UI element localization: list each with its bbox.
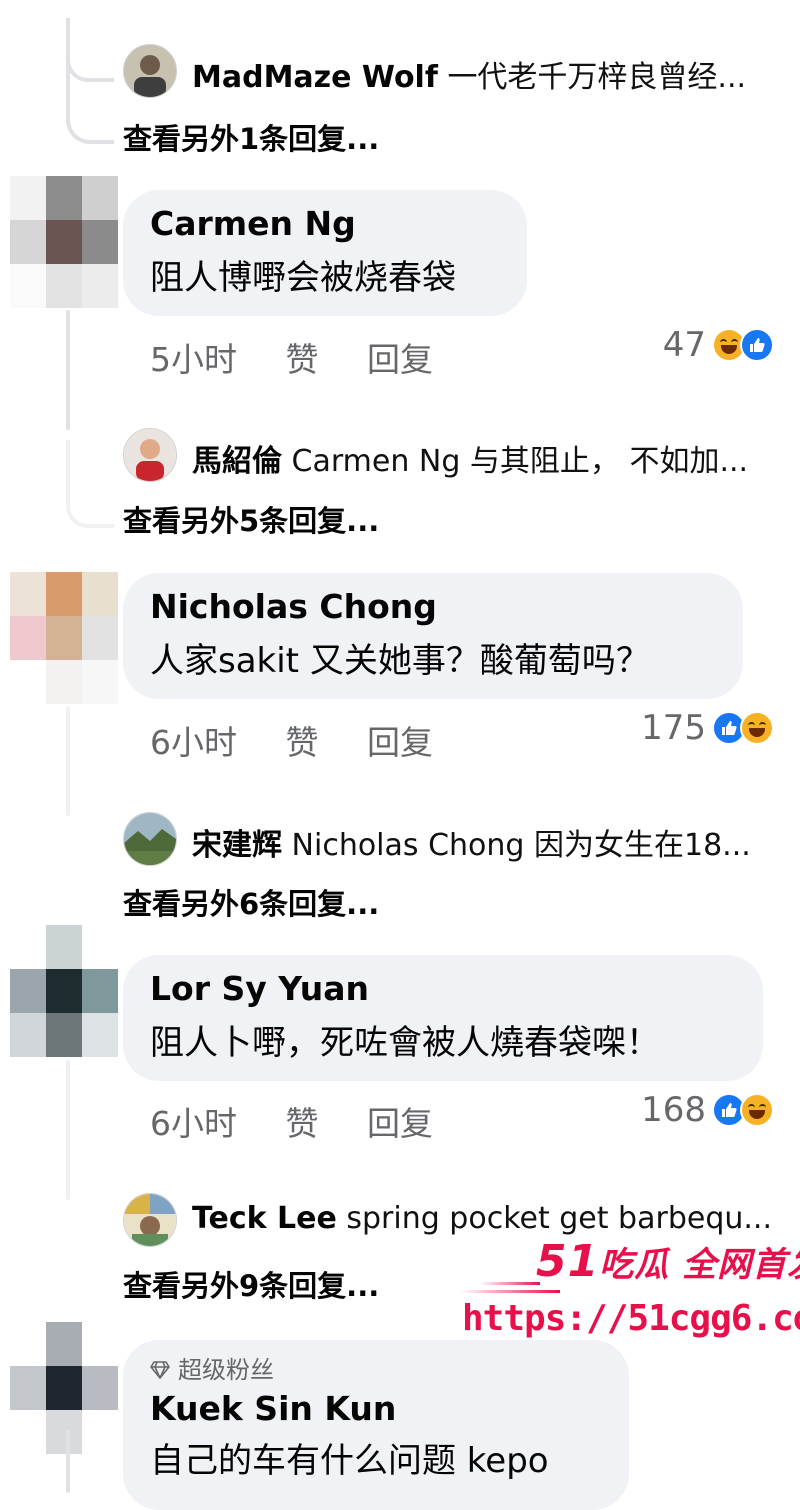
reaction-summary[interactable]: 168 [641, 1090, 774, 1130]
reaction-count: 175 [641, 708, 706, 748]
thread-connector [66, 706, 70, 816]
avatar[interactable] [123, 44, 177, 98]
avatar-pixelated[interactable] [10, 1322, 118, 1454]
watermark-stripe [460, 1290, 560, 1293]
reaction-count: 168 [641, 1090, 706, 1130]
comment-time[interactable]: 6小时 [150, 716, 237, 764]
thread-connector [66, 1430, 70, 1493]
avatar-photo [124, 813, 176, 865]
comment-bubble[interactable]: 超级粉丝 Kuek Sin Kun 自己的车有什么问题 kepo [123, 1340, 629, 1510]
comment-text: 自己的车有什么问题 kepo [150, 1441, 549, 1481]
comment-bubble[interactable]: Nicholas Chong 人家sakit 又关她事？酸葡萄吗？ [123, 573, 743, 699]
avatar-photo [124, 1194, 176, 1246]
reply-author-name[interactable]: Teck Lee [192, 1201, 337, 1236]
view-more-replies-link[interactable]: 查看另外6条回复... [123, 881, 379, 923]
view-more-replies-link[interactable]: 查看另外9条回复... [123, 1263, 379, 1305]
reply-text: 一代老千万梓良曾经... [447, 60, 747, 95]
reply-author-name[interactable]: 馬紹倫 [192, 444, 282, 479]
view-more-replies-link[interactable]: 查看另外5条回复... [123, 498, 379, 540]
avatar[interactable] [123, 1193, 177, 1247]
like-button[interactable]: 赞 [286, 716, 319, 764]
avatar-pixelated[interactable] [10, 176, 118, 308]
watermark-stripe [480, 1282, 540, 1285]
reply-preview[interactable]: Teck Lee spring pocket get barbequ... [192, 1201, 782, 1236]
reaction-summary[interactable]: 175 [641, 708, 774, 748]
comment-actions: 6小时 赞 回复 [150, 1097, 433, 1145]
badge-label: 超级粉丝 [178, 1356, 274, 1384]
watermark-text: 吃瓜 全网首发 [599, 1245, 800, 1285]
like-button[interactable]: 赞 [286, 1097, 319, 1145]
reply-author-name[interactable]: 宋建辉 [192, 828, 282, 863]
comment-text: 阻人博嘢会被烧春袋 [150, 258, 456, 298]
watermark-title: 51吃瓜 全网首发 [536, 1236, 800, 1287]
reply-button[interactable]: 回复 [367, 716, 433, 764]
thread-connector [66, 1060, 70, 1200]
comment-text: 阻人卜嘢，死咗會被人燒春袋㗎！ [150, 1023, 660, 1063]
comment-author-name[interactable]: Carmen Ng [150, 202, 499, 246]
comment-bubble[interactable]: Carmen Ng 阻人博嘢会被烧春袋 [123, 190, 527, 316]
avatar-pixelated[interactable] [10, 925, 118, 1057]
comment-time[interactable]: 5小时 [150, 333, 237, 381]
like-button[interactable]: 赞 [286, 333, 319, 381]
avatar-pixelated[interactable] [10, 572, 118, 704]
reply-preview[interactable]: 馬紹倫 Carmen Ng 与其阻止， 不如加... [192, 436, 782, 480]
avatar-photo [124, 45, 176, 97]
view-more-replies-link[interactable]: 查看另外1条回复... [123, 116, 379, 158]
comment-bubble[interactable]: Lor Sy Yuan 阻人卜嘢，死咗會被人燒春袋㗎！ [123, 955, 763, 1081]
comment-author-name[interactable]: Lor Sy Yuan [150, 967, 735, 1011]
thread-connector [66, 310, 70, 430]
reply-button[interactable]: 回复 [367, 333, 433, 381]
reply-preview[interactable]: 宋建辉 Nicholas Chong 因为女生在18... [192, 820, 782, 864]
top-fan-badge[interactable]: 超级粉丝 [150, 1354, 601, 1387]
comment-actions: 5小时 赞 回复 [150, 333, 433, 381]
avatar[interactable] [123, 428, 177, 482]
like-icon [740, 328, 774, 362]
comment-time[interactable]: 6小时 [150, 1097, 237, 1145]
reaction-count: 47 [662, 325, 706, 365]
reply-text: Carmen Ng 与其阻止， 不如加... [291, 444, 749, 479]
avatar[interactable] [123, 812, 177, 866]
haha-icon [740, 1093, 774, 1127]
reply-text: spring pocket get barbequ... [346, 1201, 772, 1236]
watermark-url: https://51cgg6.com [462, 1298, 800, 1339]
reaction-summary[interactable]: 47 [663, 325, 774, 365]
reply-preview[interactable]: MadMaze Wolf 一代老千万梓良曾经... [192, 52, 782, 96]
thread-connector [66, 440, 114, 528]
comment-author-name[interactable]: Kuek Sin Kun [150, 1387, 601, 1431]
reply-text: Nicholas Chong 因为女生在18... [291, 828, 751, 863]
comment-actions: 6小时 赞 回复 [150, 716, 433, 764]
reply-button[interactable]: 回复 [367, 1097, 433, 1145]
watermark-number: 51 [536, 1236, 600, 1287]
diamond-icon [150, 1355, 170, 1387]
haha-icon [740, 711, 774, 745]
reply-author-name[interactable]: MadMaze Wolf [192, 60, 438, 95]
avatar-photo [124, 429, 176, 481]
thread-connector [66, 60, 114, 144]
comment-text: 人家sakit 又关她事？酸葡萄吗？ [150, 641, 650, 681]
comment-author-name[interactable]: Nicholas Chong [150, 585, 715, 629]
